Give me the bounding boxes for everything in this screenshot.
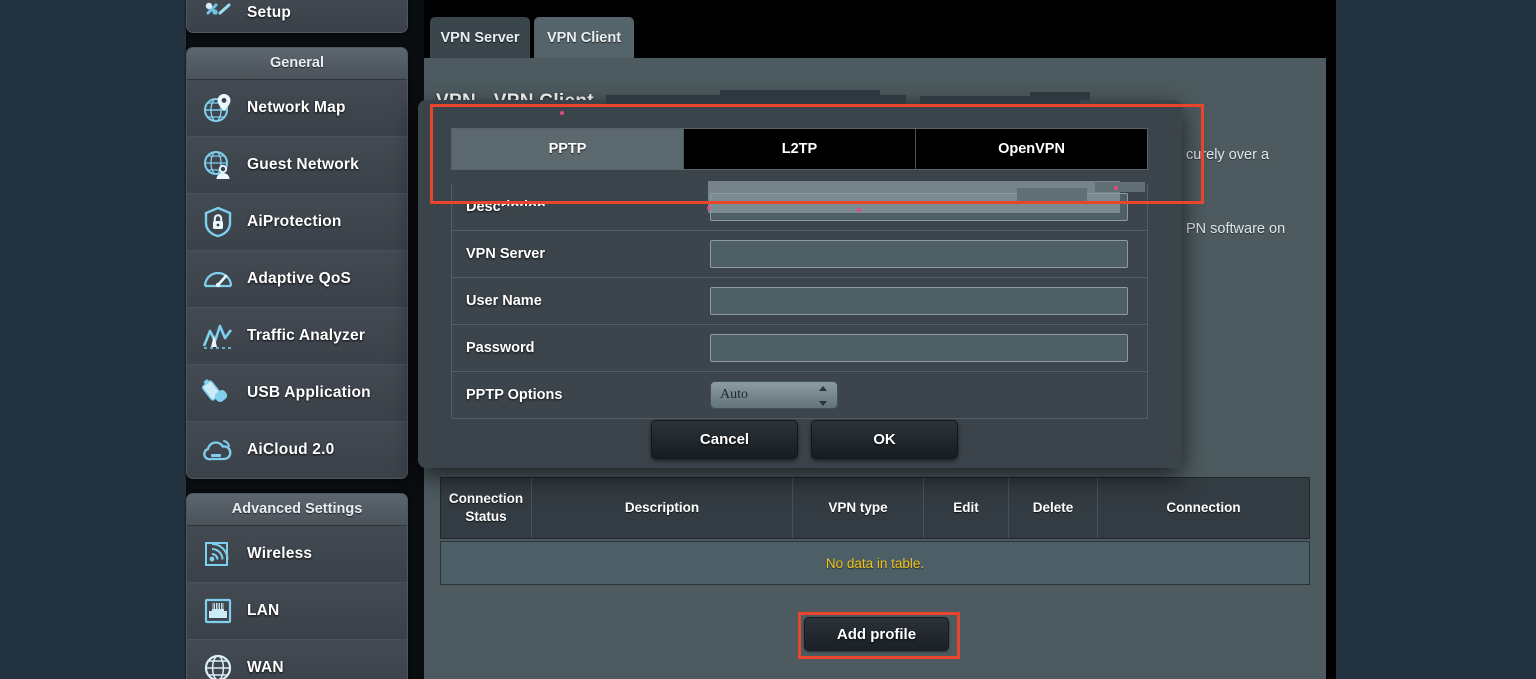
add-profile-button[interactable]: Add profile [804, 617, 949, 651]
tools-icon [201, 0, 235, 30]
form-row-pptp-options: PPTP Options Auto [452, 372, 1147, 418]
sidebar-item-label: WAN [247, 659, 284, 676]
password-input[interactable] [710, 334, 1128, 362]
cancel-label: Cancel [699, 431, 750, 448]
ok-label: OK [873, 431, 896, 448]
sidebar-item-label: Guest Network [247, 156, 359, 173]
pptp-options-select[interactable]: Auto [710, 381, 838, 409]
form-label-vpn-server: VPN Server [466, 246, 545, 262]
tab-vpn-client[interactable]: VPN Client [534, 17, 634, 58]
content-right-gutter [1326, 0, 1336, 679]
sidebar-item-lan[interactable]: LAN [187, 583, 407, 640]
router-admin-screen: Setup General Network Map Guest Network … [0, 0, 1536, 679]
globe-icon [201, 651, 235, 679]
sidebar-item-label: Setup [247, 4, 292, 21]
vpn-type-tab-pptp[interactable]: PPTP [452, 129, 684, 169]
form-row-user-name: User Name [452, 278, 1147, 325]
sidebar-item-traffic-analyzer[interactable]: Traffic Analyzer [187, 308, 407, 365]
page-right-background [1336, 0, 1536, 679]
vpn-type-tab-label: OpenVPN [998, 141, 1065, 157]
vpn-profile-table: Connection Status Description VPN type E… [440, 477, 1310, 585]
sidebar-item-setup[interactable]: Setup [187, 0, 407, 32]
tab-vpn-server[interactable]: VPN Server [430, 17, 530, 58]
page-tabbar: VPN Server VPN Client [424, 0, 1326, 58]
table-empty-row: No data in table. [440, 541, 1310, 585]
vpn-type-tab-label: L2TP [781, 141, 818, 157]
sidebar-group-header-general: General [187, 48, 407, 80]
sidebar-item-usb-application[interactable]: USB Application [187, 365, 407, 422]
shield-lock-icon [201, 205, 235, 239]
sidebar-item-label: USB Application [247, 384, 371, 401]
table-header-delete: Delete [1009, 478, 1098, 538]
vpn-type-tabs: PPTP L2TP OpenVPN [451, 128, 1148, 170]
sidebar-item-label: LAN [247, 602, 280, 619]
form-label-description: Description [466, 199, 546, 215]
vpn-profile-form: Description VPN Server User Name Passwor… [451, 184, 1148, 419]
sidebar-group-header-advanced: Advanced Settings [187, 494, 407, 526]
sidebar-group-general: General Network Map Guest Network AiProt… [186, 47, 408, 479]
table-header-vpn-type: VPN type [793, 478, 924, 538]
sidebar-item-network-map[interactable]: Network Map [187, 80, 407, 137]
sidebar-item-wan[interactable]: WAN [187, 640, 407, 679]
sidebar-item-label: Adaptive QoS [247, 270, 352, 287]
dialog-buttons: Cancel OK [651, 420, 958, 459]
lan-port-icon [201, 594, 235, 628]
page-blurb-line-2: PN software on [1186, 221, 1286, 237]
sidebar-item-label: AiCloud 2.0 [247, 441, 335, 458]
sidebar-item-label: AiProtection [247, 213, 342, 230]
table-header-connection-status: Connection Status [441, 478, 532, 538]
vpn-type-tab-openvpn[interactable]: OpenVPN [916, 129, 1147, 169]
pptp-options-value: Auto [720, 387, 748, 402]
table-header-edit: Edit [924, 478, 1009, 538]
sidebar-group-advanced-settings: Advanced Settings Wireless LAN WAN [186, 493, 408, 679]
description-input[interactable] [710, 193, 1128, 221]
traffic-chart-icon [201, 319, 235, 353]
sidebar-item-label: Network Map [247, 99, 346, 116]
tab-label: VPN Client [546, 29, 622, 46]
user-name-input[interactable] [710, 287, 1128, 315]
vpn-server-input[interactable] [710, 240, 1128, 268]
table-header-connection: Connection [1166, 499, 1241, 515]
form-label-pptp-options: PPTP Options [466, 387, 563, 403]
sidebar-item-aicloud[interactable]: AiCloud 2.0 [187, 422, 407, 478]
cancel-button[interactable]: Cancel [651, 420, 798, 459]
stepper-arrows-icon [819, 386, 828, 406]
add-profile-label: Add profile [836, 625, 917, 643]
table-empty-message: No data in table. [825, 555, 925, 571]
form-row-password: Password [452, 325, 1147, 372]
speedometer-icon [201, 262, 235, 296]
table-header-description: Description [532, 478, 793, 538]
ok-button[interactable]: OK [811, 420, 958, 459]
guest-network-icon [201, 148, 235, 182]
usb-drive-icon [201, 376, 235, 410]
sidebar-item-aiprotection[interactable]: AiProtection [187, 194, 407, 251]
sidebar-group-setup: Setup [186, 0, 408, 33]
form-row-vpn-server: VPN Server [452, 231, 1147, 278]
tab-label: VPN Server [440, 29, 520, 46]
form-label-user-name: User Name [466, 293, 542, 309]
network-map-icon [201, 91, 235, 125]
sidebar-item-adaptive-qos[interactable]: Adaptive QoS [187, 251, 407, 308]
page-blurb-line-1: curely over a [1186, 147, 1270, 163]
sidebar-item-label: Wireless [247, 545, 313, 562]
cloud-icon [201, 433, 235, 467]
sidebar-item-guest-network[interactable]: Guest Network [187, 137, 407, 194]
sidebar-nav: Setup General Network Map Guest Network … [186, 0, 408, 679]
form-label-password: Password [466, 340, 535, 356]
sidebar-item-wireless[interactable]: Wireless [187, 526, 407, 583]
form-row-description: Description [452, 184, 1147, 231]
vpn-type-tab-label: PPTP [548, 141, 587, 157]
table-header-row: Connection Status Description VPN type E… [440, 477, 1310, 539]
vpn-type-tab-l2tp[interactable]: L2TP [684, 129, 916, 169]
wifi-icon [201, 537, 235, 571]
sidebar-item-label: Traffic Analyzer [247, 327, 366, 344]
